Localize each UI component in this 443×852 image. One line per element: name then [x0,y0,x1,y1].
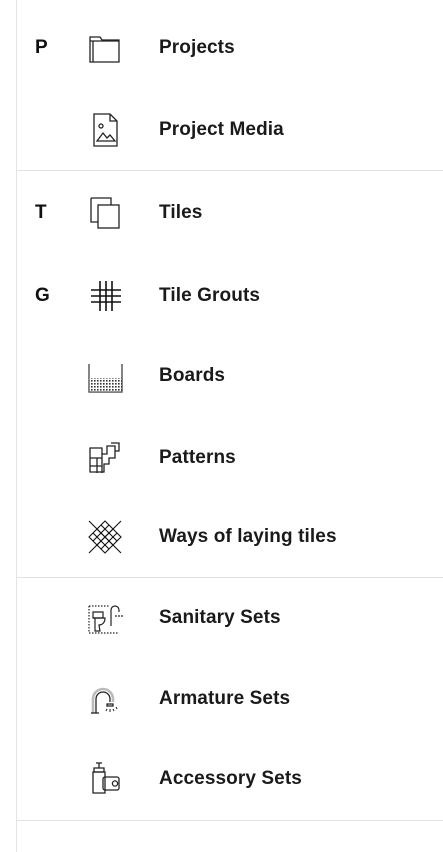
image-file-icon [85,110,125,150]
menu-item-project-media[interactable]: Project Media [17,100,443,160]
soap-dispenser-icon [85,759,125,799]
laying-crosshatch-icon [85,517,125,557]
menu-item-boards[interactable]: Boards [17,346,443,406]
menu-item-label: Ways of laying tiles [159,526,337,547]
menu-item-label: Armature Sets [159,688,291,709]
menu-item-ways-of-laying-tiles[interactable]: Ways of laying tiles [17,507,443,567]
menu-item-patterns[interactable]: Patterns [17,428,443,488]
faucet-icon [85,679,125,719]
menu-item-tile-grouts[interactable]: G Tile Grouts [17,266,443,326]
menu-item-label: Projects [159,37,235,58]
menu-item-projects[interactable]: P Projects [17,18,443,78]
menu-item-label: Tiles [159,202,203,223]
menu-item-armature-sets[interactable]: Armature Sets [17,669,443,729]
toilet-shower-icon [85,598,125,638]
menu-item-label: Project Media [159,119,284,140]
section-divider [17,820,443,821]
menu-item-tiles[interactable]: T Tiles [17,183,443,243]
shortcut-key: P [35,37,48,58]
menu-item-label: Accessory Sets [159,768,302,789]
grout-grid-icon [85,276,125,316]
tiles-stack-icon [85,193,125,233]
menu-item-accessory-sets[interactable]: Accessory Sets [17,749,443,809]
board-icon [85,356,125,396]
menu-item-label: Patterns [159,447,236,468]
menu-item-label: Tile Grouts [159,285,261,306]
menu-item-label: Boards [159,365,226,386]
shortcut-key: T [35,202,47,223]
menu-item-label: Sanitary Sets [159,607,281,628]
shortcut-key: G [35,285,50,306]
pattern-icon [85,438,125,478]
section-divider [17,577,443,578]
folder-icon [85,28,125,68]
section-divider [17,170,443,171]
menu-item-sanitary-sets[interactable]: Sanitary Sets [17,588,443,648]
